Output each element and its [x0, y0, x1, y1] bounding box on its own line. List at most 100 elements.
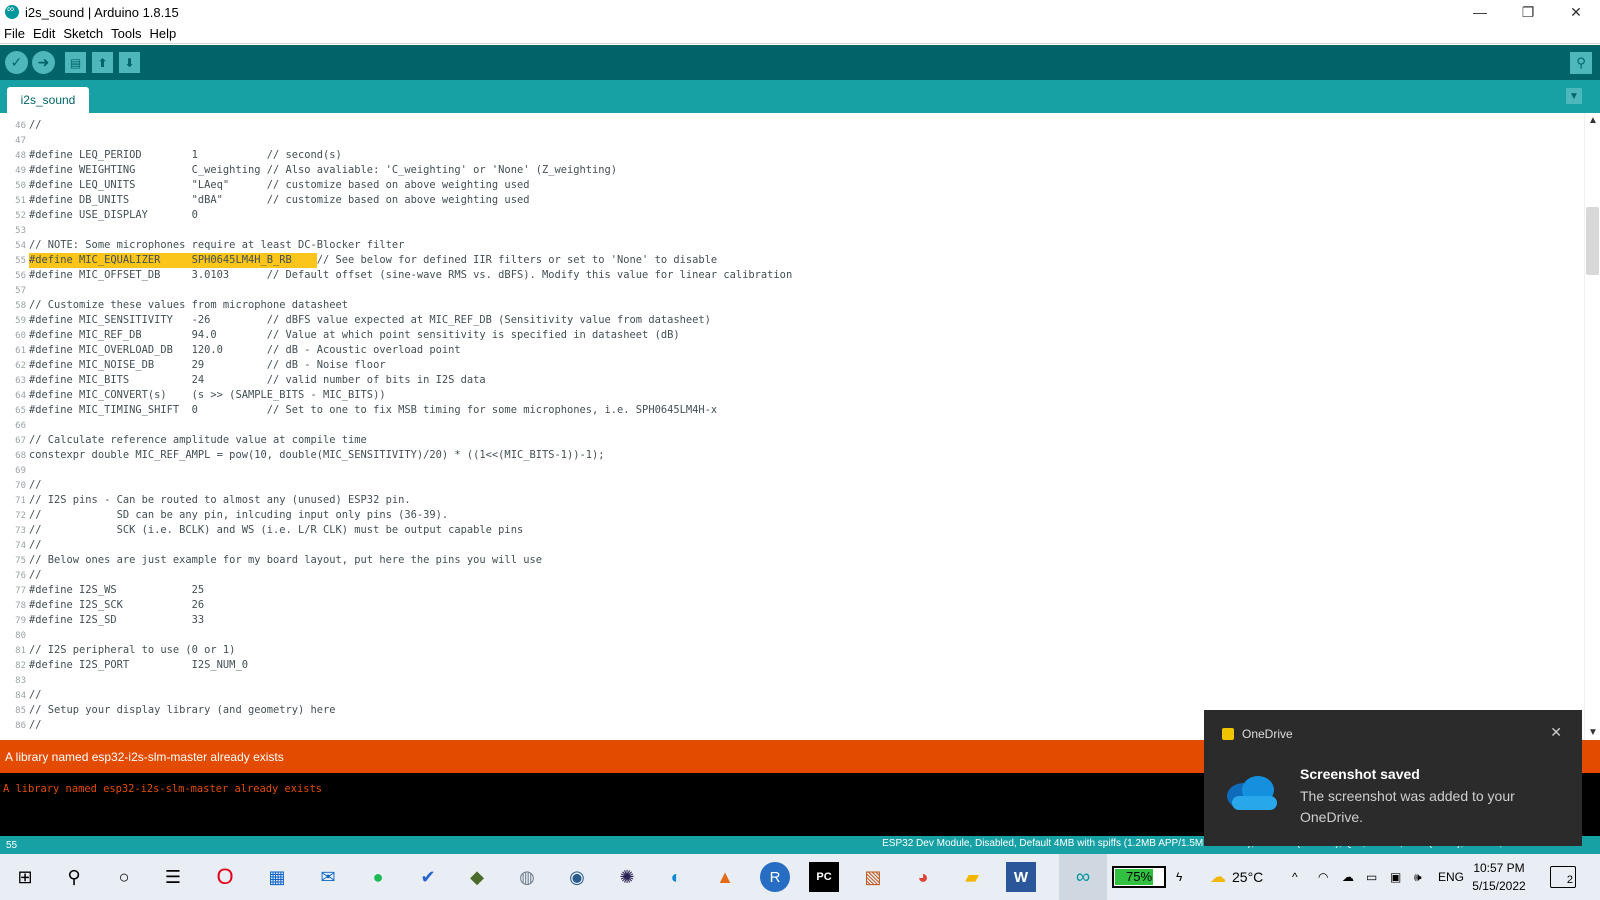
code-line[interactable]: 49 #define WEIGHTING C_weighting // Also … [0, 163, 1584, 178]
code-line[interactable]: 82 #define I2S_PORT I2S_NUM_0 [0, 658, 1584, 673]
word-icon[interactable]: W [1006, 862, 1036, 892]
code-line[interactable]: 53 [0, 223, 1584, 238]
code-line[interactable]: 84// [0, 688, 1584, 703]
volume-icon[interactable]: 🕪 [1414, 854, 1422, 900]
code-line[interactable]: 73// SCK (i.e. BCLK) and WS (i.e. L/R CL… [0, 523, 1584, 538]
menu-file[interactable]: File [0, 26, 29, 41]
code-line[interactable]: 79 #define I2S_SD 33 [0, 613, 1584, 628]
chrome-icon[interactable]: ◕ [908, 862, 938, 892]
save-button[interactable]: ⬇ [119, 52, 140, 73]
new-button[interactable]: ▤ [65, 52, 86, 73]
line-number: 64 [15, 391, 26, 401]
app-icon[interactable]: ◍ [512, 862, 542, 892]
r-icon[interactable]: R [760, 862, 790, 892]
line-number: 48 [15, 151, 26, 161]
code-text: // [29, 719, 42, 731]
code-line[interactable]: 74// [0, 538, 1584, 553]
matlab-icon[interactable]: ▲ [710, 862, 740, 892]
code-line[interactable]: 83 [0, 673, 1584, 688]
windows-start-icon[interactable]: ⊞ [10, 862, 40, 892]
code-line[interactable]: 61 #define MIC_OVERLOAD_DB 120.0 // dB - … [0, 343, 1584, 358]
search-icon[interactable]: ⚲ [59, 862, 89, 892]
code-line[interactable]: 68 constexpr double MIC_REF_AMPL = pow(10… [0, 448, 1584, 463]
task-view-icon[interactable]: ☰ [158, 862, 188, 892]
todo-icon[interactable]: ✔ [413, 862, 443, 892]
code-line[interactable]: 51 #define DB_UNITS "dBA" // customize ba… [0, 193, 1584, 208]
file-explorer-icon[interactable]: ▰ [957, 862, 987, 892]
close-button[interactable]: ✕ [1552, 0, 1600, 24]
eclipse-icon[interactable]: ✺ [612, 862, 642, 892]
code-line[interactable]: 78 #define I2S_SCK 26 [0, 598, 1584, 613]
toast-close-button[interactable]: ✕ [1550, 724, 1562, 741]
menu-sketch[interactable]: Sketch [59, 26, 107, 41]
microsoft-store-icon[interactable]: ▦ [262, 862, 292, 892]
wifi-icon[interactable]: ◠ [1318, 854, 1328, 900]
code-line[interactable]: 71// I2S pins - Can be routed to almost … [0, 493, 1584, 508]
code-line[interactable]: 75// Below ones are just example for my … [0, 553, 1584, 568]
edge-icon[interactable]: ◐ [661, 862, 691, 892]
battery-tray-icon[interactable]: ▭ [1366, 854, 1377, 900]
code-line[interactable]: 62 #define MIC_NOISE_DB 29 // dB - Noise … [0, 358, 1584, 373]
onedrive-tray-icon[interactable]: ☁ [1342, 854, 1354, 900]
app-icon-2[interactable]: ◉ [562, 862, 592, 892]
code-line[interactable]: 54// NOTE: Some microphones require at l… [0, 238, 1584, 253]
office-icon[interactable]: ▧ [858, 862, 888, 892]
code-editor[interactable]: 46//47 48 #define LEQ_PERIOD 1 // second(s… [0, 113, 1584, 740]
code-line[interactable]: 66 [0, 418, 1584, 433]
code-line[interactable]: 52 #define USE_DISPLAY 0 [0, 208, 1584, 223]
code-line[interactable]: 47 [0, 133, 1584, 148]
code-text: #define I2S_SD 33 [29, 614, 205, 626]
code-line[interactable]: 77 #define I2S_WS 25 [0, 583, 1584, 598]
code-line[interactable]: 46// [0, 118, 1584, 133]
code-line[interactable]: 80 [0, 628, 1584, 643]
open-button[interactable]: ⬆ [92, 52, 113, 73]
arduino-icon[interactable]: ∞ [1059, 854, 1107, 900]
weather-widget[interactable]: ☁ 25°C [1210, 854, 1263, 900]
battery-indicator[interactable]: 75% [1112, 866, 1166, 888]
spotify-icon[interactable]: ● [363, 862, 393, 892]
code-line[interactable]: 55 #define MIC_EQUALIZER SPH0645LM4H_B_RB… [0, 253, 1584, 268]
code-line[interactable]: 58// Customize these values from microph… [0, 298, 1584, 313]
code-line[interactable]: 81// I2S peripheral to use (0 or 1) [0, 643, 1584, 658]
code-text: #define I2S_PORT I2S_NUM_0 [29, 659, 248, 671]
code-line[interactable]: 70// [0, 478, 1584, 493]
language-indicator[interactable]: ENG [1438, 854, 1464, 900]
menu-help[interactable]: Help [145, 26, 180, 41]
code-line[interactable]: 64 #define MIC_CONVERT(s) (s >> (SAMPLE_B… [0, 388, 1584, 403]
scroll-up-icon[interactable]: ▲ [1588, 115, 1598, 126]
serial-monitor-button[interactable]: ⚲ [1570, 52, 1592, 74]
game-icon[interactable]: ◆ [462, 862, 492, 892]
mail-icon[interactable]: ✉ [313, 862, 343, 892]
code-line[interactable]: 63 #define MIC_BITS 24 // valid number of… [0, 373, 1584, 388]
show-hidden-icons[interactable]: ^ [1292, 854, 1298, 900]
code-line[interactable]: 65 #define MIC_TIMING_SHIFT 0 // Set to o… [0, 403, 1584, 418]
code-line[interactable]: 56 #define MIC_OFFSET_DB 3.0103 // Defaul… [0, 268, 1584, 283]
minimize-button[interactable]: — [1456, 0, 1504, 24]
code-line[interactable]: 72// SD can be any pin, inlcuding input … [0, 508, 1584, 523]
code-line[interactable]: 67// Calculate reference amplitude value… [0, 433, 1584, 448]
editor-scrollbar[interactable]: ▲ ▼ [1584, 113, 1600, 740]
tab-menu-chevron-down-icon[interactable]: ▼ [1566, 88, 1582, 104]
code-line[interactable]: 69 [0, 463, 1584, 478]
cortana-icon[interactable]: ○ [109, 862, 139, 892]
menu-tools[interactable]: Tools [107, 26, 145, 41]
upload-button[interactable]: ➜ [32, 51, 55, 74]
code-line[interactable]: 60 #define MIC_REF_DB 94.0 // Value at wh… [0, 328, 1584, 343]
notification-center-icon[interactable]: 2 [1550, 866, 1576, 888]
pycharm-icon[interactable]: PC [809, 862, 839, 892]
scroll-down-icon[interactable]: ▼ [1588, 727, 1598, 738]
clock[interactable]: 10:57 PM 5/15/2022 [1464, 859, 1534, 895]
scrollbar-thumb[interactable] [1586, 207, 1599, 275]
code-line[interactable]: 57 [0, 283, 1584, 298]
code-line[interactable]: 76// [0, 568, 1584, 583]
code-line[interactable]: 48 #define LEQ_PERIOD 1 // second(s) [0, 148, 1584, 163]
menu-edit[interactable]: Edit [29, 26, 59, 41]
network-icon[interactable]: ▣ [1390, 854, 1401, 900]
tab-i2s-sound[interactable]: i2s_sound [7, 87, 89, 113]
onedrive-notification[interactable]: OneDrive ✕ Screenshot saved The screensh… [1204, 710, 1582, 846]
opera-icon[interactable]: O [210, 862, 240, 892]
verify-button[interactable]: ✓ [5, 51, 28, 74]
code-line[interactable]: 50 #define LEQ_UNITS "LAeq" // customize … [0, 178, 1584, 193]
restore-button[interactable]: ❐ [1504, 0, 1552, 24]
code-line[interactable]: 59 #define MIC_SENSITIVITY -26 // dBFS va… [0, 313, 1584, 328]
